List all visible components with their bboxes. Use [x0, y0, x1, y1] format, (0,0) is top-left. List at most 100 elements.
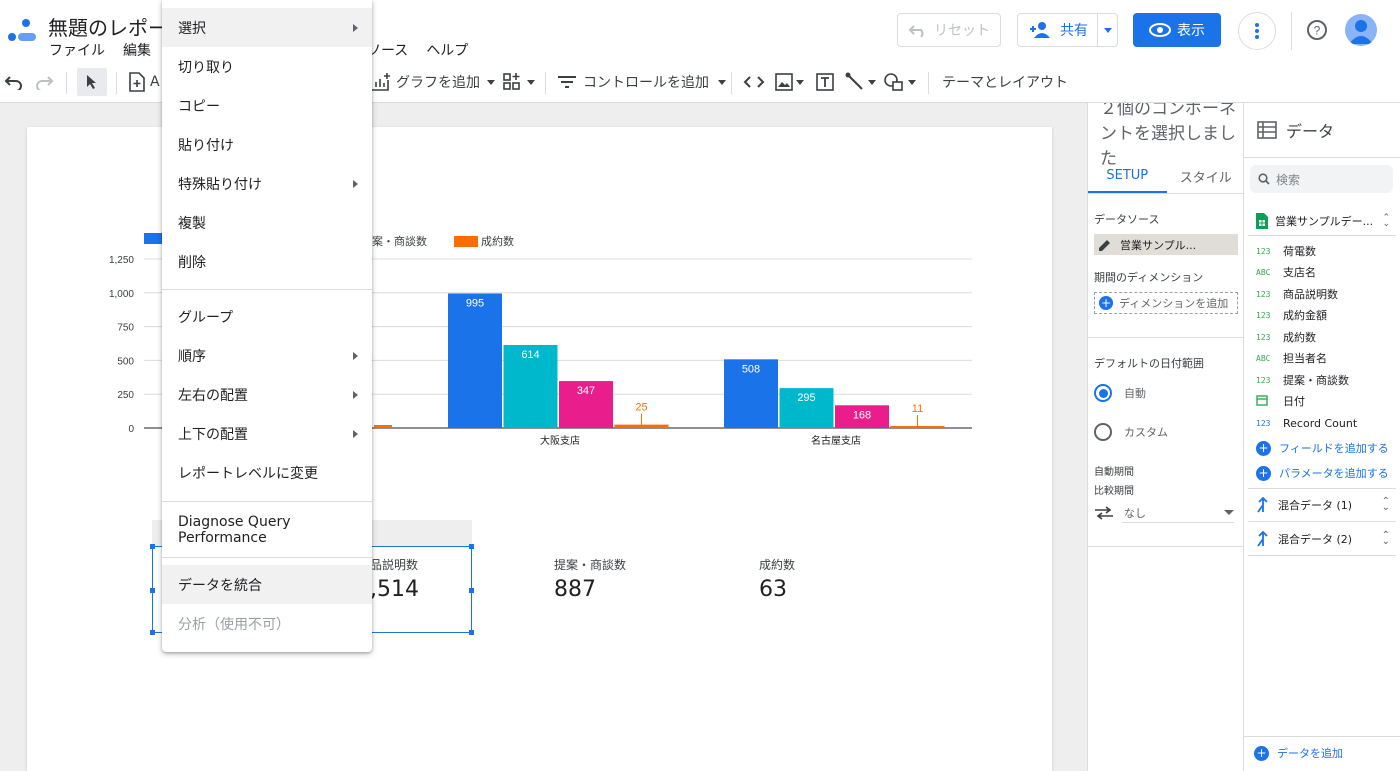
text-button[interactable] — [815, 62, 835, 102]
field-item[interactable]: 123 成約金額 — [1256, 306, 1327, 324]
add-control-button[interactable]: コントロールを追加 — [557, 62, 726, 102]
add-chart-button[interactable]: グラフを追加 — [370, 62, 495, 102]
submenu-arrow-icon — [353, 390, 358, 399]
scorecard[interactable]: 提案・商談数 887 — [554, 556, 626, 602]
theme-layout-button[interactable]: テーマとレイアウト — [942, 62, 1068, 102]
add-icon: + — [1256, 465, 1271, 481]
blend-name: 混合データ (2) — [1278, 532, 1353, 546]
add-page-button[interactable]: A — [128, 62, 160, 102]
view-button[interactable]: 表示 — [1133, 13, 1221, 47]
embed-url-button[interactable] — [743, 62, 765, 102]
menu-item-align-vertical[interactable]: 上下の配置 — [162, 414, 372, 453]
menu-item-select[interactable]: 選択 — [162, 8, 372, 47]
menu-item-blend-data[interactable]: データを統合 — [162, 565, 372, 604]
expand-collapse-icon[interactable]: ⌃ ⌄ — [1382, 497, 1390, 513]
reset-button[interactable]: リセット — [897, 13, 1001, 47]
account-icon — [1349, 20, 1373, 44]
select-tool[interactable] — [77, 68, 107, 96]
legend-item: 成約数 — [454, 233, 514, 249]
datasource-row[interactable]: 営業サンプルデー... ⌃ ⌄ — [1248, 206, 1396, 236]
community-viz-button[interactable] — [502, 62, 535, 102]
legend-swatch — [454, 235, 478, 247]
add-dimension-button[interactable]: + ディメンションを追加 — [1094, 292, 1238, 314]
share-dropdown[interactable] — [1098, 27, 1117, 33]
resize-handle[interactable] — [150, 630, 155, 635]
menu-item-cut[interactable]: 切り取り — [162, 47, 372, 86]
x-tick-label: 名古屋支店 — [811, 434, 861, 447]
undo-button[interactable] — [4, 62, 24, 102]
bar — [374, 425, 392, 428]
redo-button[interactable] — [34, 62, 54, 102]
field-item[interactable]: ABC 支店名 — [1256, 263, 1316, 281]
field-item[interactable]: 123 商品説明数 — [1256, 285, 1338, 303]
menu-help[interactable]: ヘルプ — [426, 40, 468, 60]
menu-edit[interactable]: 編集 — [123, 40, 151, 60]
resize-handle[interactable] — [150, 588, 155, 593]
menu-item-align-horizontal[interactable]: 左右の配置 — [162, 375, 372, 414]
tab-setup[interactable]: SETUP — [1088, 160, 1167, 193]
add-data-button[interactable]: + データを追加 — [1254, 745, 1343, 761]
menu-item-delete[interactable]: 削除 — [162, 242, 372, 281]
compare-period-select[interactable]: なし — [1122, 503, 1234, 523]
avatar[interactable] — [1345, 14, 1377, 46]
text-box-icon — [816, 73, 834, 91]
data-label: 508 — [742, 363, 760, 375]
field-item[interactable]: 123 成約数 — [1256, 328, 1316, 346]
field-search-input[interactable]: 検索 — [1250, 165, 1393, 193]
number-type-icon: 123 — [1256, 310, 1271, 320]
report-title[interactable]: 無題のレポー — [48, 12, 168, 41]
expand-collapse-icon[interactable]: ⌃ ⌄ — [1382, 530, 1390, 546]
menu-item-diagnose-query[interactable]: Diagnose Query Performance — [162, 510, 372, 549]
add-chart-label: グラフを追加 — [396, 75, 480, 91]
field-item[interactable]: 123 Record Count — [1256, 414, 1357, 432]
menu-file[interactable]: ファイル — [49, 40, 105, 60]
menu-item-label: 削除 — [178, 254, 206, 271]
add-parameter-button[interactable]: + パラメータを追加する — [1256, 465, 1389, 481]
expand-collapse-icon[interactable]: ⌃ ⌄ — [1382, 213, 1390, 228]
field-name: 担当者名 — [1283, 352, 1327, 365]
add-field-button[interactable]: + フィールドを追加する — [1256, 440, 1389, 456]
field-item[interactable]: 123 荷電数 — [1256, 242, 1316, 260]
add-data-label: データを追加 — [1277, 747, 1343, 760]
line-button[interactable] — [845, 62, 876, 102]
menu-item-paste-special[interactable]: 特殊貼り付け — [162, 164, 372, 203]
resize-handle[interactable] — [469, 544, 474, 549]
chevron-down-icon — [487, 79, 495, 85]
field-name: 商品説明数 — [1283, 288, 1338, 301]
resize-handle[interactable] — [469, 630, 474, 635]
search-placeholder: 検索 — [1276, 172, 1301, 187]
redo-icon — [36, 76, 54, 90]
looker-studio-logo[interactable] — [6, 16, 38, 48]
number-type-icon: 123 — [1256, 246, 1271, 256]
field-item[interactable]: 日付 — [1256, 392, 1305, 410]
share-button[interactable]: 共有 — [1017, 13, 1118, 47]
radio-auto[interactable]: 自動 — [1094, 384, 1146, 402]
number-type-icon: 123 — [1256, 289, 1271, 299]
tab-style[interactable]: スタイル — [1167, 160, 1244, 193]
menu-item-paste[interactable]: 貼り付け — [162, 125, 372, 164]
field-item[interactable]: 123 提案・商談数 — [1256, 371, 1349, 389]
radio-custom[interactable]: カスタム — [1094, 423, 1168, 441]
menu-item-duplicate[interactable]: 複製 — [162, 203, 372, 242]
resize-handle[interactable] — [469, 588, 474, 593]
shape-button[interactable] — [883, 62, 916, 102]
blend-row[interactable]: 混合データ (1) ⌃ ⌄ — [1248, 488, 1396, 522]
toolbar-divider — [66, 72, 67, 94]
section-divider — [1088, 337, 1243, 338]
datasource-chip[interactable]: 営業サンプル... — [1094, 234, 1238, 255]
compare-period-row: なし — [1094, 503, 1234, 523]
more-options-button[interactable] — [1238, 12, 1276, 50]
image-button[interactable] — [775, 62, 804, 102]
help-icon[interactable]: ? — [1306, 19, 1328, 41]
menu-item-order[interactable]: 順序 — [162, 336, 372, 375]
menu-item-label: 特殊貼り付け — [178, 176, 262, 193]
menu-item-make-report-level[interactable]: レポートレベルに変更 — [162, 453, 372, 492]
menu-item-group[interactable]: グループ — [162, 297, 372, 336]
resize-handle[interactable] — [150, 544, 155, 549]
menu-item-copy[interactable]: コピー — [162, 86, 372, 125]
scorecard[interactable]: 成約数 63 — [759, 556, 795, 602]
scorecard[interactable]: 品説明数 ,514 — [370, 556, 419, 602]
field-item[interactable]: ABC 担当者名 — [1256, 349, 1327, 367]
blend-row[interactable]: 混合データ (2) ⌃ ⌄ — [1248, 522, 1396, 556]
default-range-label: デフォルトの日付範囲 — [1094, 357, 1204, 370]
